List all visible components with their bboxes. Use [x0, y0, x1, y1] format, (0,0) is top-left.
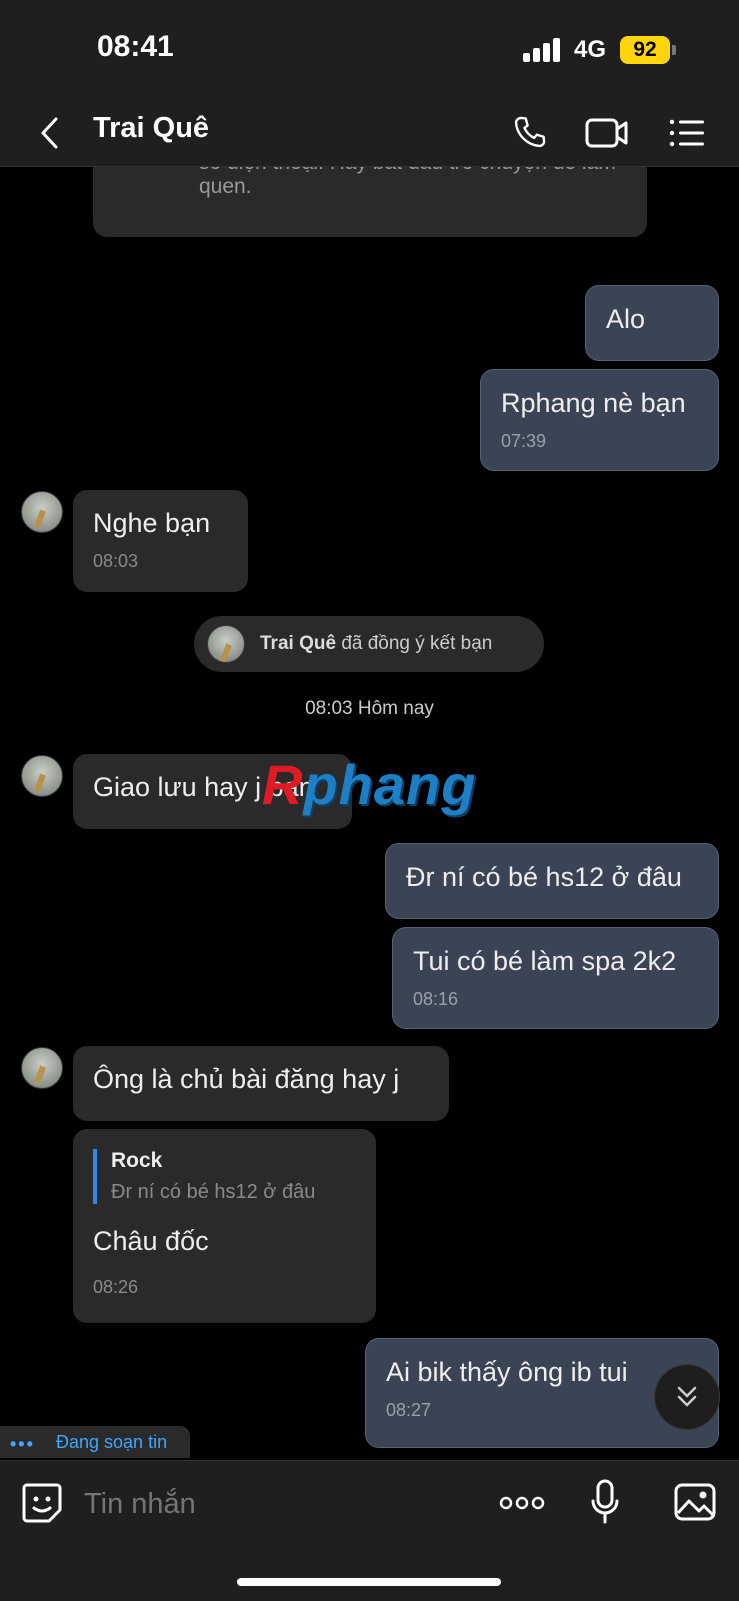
typing-dots-icon: ••• — [10, 1434, 35, 1454]
contact-avatar[interactable] — [21, 1047, 63, 1089]
video-call-button[interactable] — [582, 108, 632, 158]
phone-icon — [514, 116, 546, 148]
double-chevron-down-icon — [677, 1386, 697, 1407]
message-bubble-mine[interactable]: Tui có bé làm spa 2k2 08:16 — [392, 927, 719, 1029]
image-gallery-icon — [674, 1483, 716, 1521]
video-camera-icon — [585, 118, 628, 148]
quoted-text: Đr ní có bé hs12 ở đâu — [111, 1181, 316, 1203]
chat-area[interactable]: Bạn vừa gửi yêu cầu kết bạn đến Trai Quê… — [0, 167, 739, 1460]
quoted-sender: Rock — [111, 1149, 163, 1172]
message-text: Giao lưu hay j bạn — [93, 772, 314, 802]
message-composer — [0, 1460, 739, 1601]
status-time: 08:41 — [97, 30, 174, 63]
friend-request-text: Bạn vừa gửi yêu cầu kết bạn đến Trai Quê… — [199, 167, 616, 198]
notice-text: đã đồng ý kết bạn — [341, 633, 493, 654]
more-dots-icon — [499, 1496, 545, 1510]
battery-icon: 92 — [620, 36, 670, 64]
menu-button[interactable] — [662, 108, 712, 158]
message-text: Ai bik thấy ông ib tui — [386, 1357, 628, 1387]
message-time: 08:27 — [386, 1400, 432, 1420]
message-text: Rphang nè bạn — [501, 388, 686, 418]
more-options-button[interactable] — [498, 1481, 546, 1525]
typing-label: Đang soạn tin — [56, 1432, 168, 1452]
contact-avatar[interactable] — [21, 755, 63, 797]
message-text: Alo — [606, 304, 646, 334]
voice-message-button[interactable] — [585, 1477, 625, 1527]
sticker-button[interactable] — [20, 1481, 64, 1525]
contact-name[interactable]: Trai Quê — [93, 112, 209, 145]
network-type: 4G — [574, 36, 607, 63]
message-bubble-theirs[interactable]: Ông là chủ bài đăng hay j — [73, 1046, 449, 1121]
chat-header: Trai Quê — [0, 100, 739, 167]
friend-accepted-notice: Trai Quê đã đồng ý kết bạn — [194, 616, 544, 672]
typing-indicator: ••• Đang soạn tin — [0, 1426, 190, 1458]
message-bubble-mine[interactable]: Rphang nè bạn 07:39 — [480, 369, 719, 471]
microphone-icon — [591, 1479, 619, 1524]
status-bar: 08:41 4G 92 — [0, 0, 739, 100]
back-button[interactable] — [30, 108, 70, 158]
scroll-to-bottom-button[interactable] — [654, 1364, 720, 1430]
friend-request-card: Bạn vừa gửi yêu cầu kết bạn đến Trai Quê… — [93, 167, 647, 237]
quoted-message[interactable]: Rock Đr ní có bé hs12 ở đâu — [93, 1149, 356, 1204]
notice-contact-name: Trai Quê — [260, 633, 337, 654]
reply-message-bubble[interactable]: Rock Đr ní có bé hs12 ở đâu Châu đốc 08:… — [73, 1129, 376, 1323]
message-bubble-theirs[interactable]: Nghe bạn 08:03 — [73, 490, 248, 592]
battery-tip — [672, 45, 676, 55]
message-time: 08:03 — [93, 551, 139, 571]
message-bubble-mine[interactable]: Alo — [585, 285, 719, 361]
message-text: Tui có bé làm spa 2k2 — [413, 946, 677, 976]
message-text: Châu đốc — [93, 1226, 209, 1256]
sticker-smile-icon — [22, 1483, 62, 1523]
message-time: 08:26 — [93, 1277, 139, 1297]
message-bubble-mine[interactable]: Đr ní có bé hs12 ở đâu — [385, 843, 719, 919]
list-menu-icon — [669, 119, 704, 147]
message-time: 08:16 — [413, 989, 459, 1009]
message-input[interactable] — [82, 1481, 466, 1527]
send-image-button[interactable] — [672, 1479, 718, 1525]
message-text: Nghe bạn — [93, 508, 211, 538]
signal-icon — [523, 38, 563, 62]
call-button[interactable] — [505, 108, 555, 158]
message-bubble-theirs[interactable]: Giao lưu hay j bạn — [73, 754, 352, 829]
message-text: Đr ní có bé hs12 ở đâu — [406, 862, 682, 892]
chevron-left-icon — [41, 117, 58, 149]
date-separator: 08:03 Hôm nay — [305, 698, 434, 719]
message-time: 07:39 — [501, 431, 547, 451]
contact-avatar — [207, 625, 245, 663]
home-indicator — [237, 1578, 501, 1586]
message-text: Ông là chủ bài đăng hay j — [93, 1064, 400, 1094]
contact-avatar[interactable] — [21, 491, 63, 533]
